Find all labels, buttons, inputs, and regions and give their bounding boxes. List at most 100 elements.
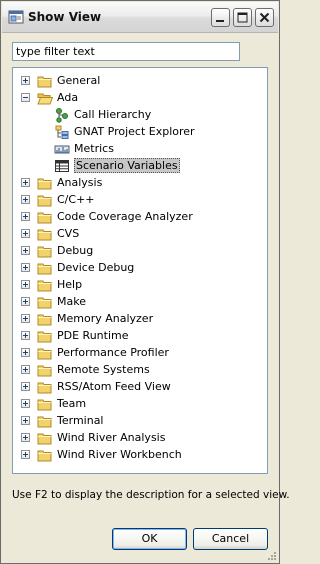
close-icon	[259, 12, 270, 23]
tree-item[interactable]: Call Hierarchy	[13, 106, 267, 123]
tree-item-label: C/C++	[57, 193, 95, 206]
tree-item[interactable]: Metrics	[13, 140, 267, 157]
tree-item-label: Scenario Variables	[74, 158, 180, 173]
folder-icon	[37, 263, 52, 275]
folder-icon	[37, 178, 52, 190]
folder-icon	[37, 195, 52, 207]
tree-item[interactable]: Scenario Variables	[13, 157, 267, 174]
metrics-icon	[54, 145, 70, 154]
tree-item-label: Wind River Workbench	[57, 448, 182, 461]
folder-icon	[37, 314, 52, 326]
tree-item-label: Metrics	[74, 142, 114, 155]
project-explorer-icon	[55, 125, 69, 139]
tree-item[interactable]: Ada	[13, 89, 267, 106]
call-hierarchy-icon	[56, 108, 68, 123]
tree-item[interactable]: CVS	[13, 225, 267, 242]
expand-plus-icon[interactable]	[21, 416, 30, 425]
tree-item[interactable]: Wind River Workbench	[13, 446, 267, 463]
window-title: Show View	[28, 10, 102, 24]
expand-plus-icon[interactable]	[21, 450, 30, 459]
expand-plus-icon[interactable]	[21, 331, 30, 340]
expand-plus-icon[interactable]	[21, 297, 30, 306]
filter-input[interactable]	[12, 42, 240, 61]
ok-button[interactable]: OK	[112, 528, 187, 550]
tree-item[interactable]: Debug	[13, 242, 267, 259]
folder-icon	[37, 76, 52, 88]
expand-plus-icon[interactable]	[21, 195, 30, 204]
tree-item[interactable]: Code Coverage Analyzer	[13, 208, 267, 225]
tree-item[interactable]: RSS/Atom Feed View	[13, 378, 267, 395]
tree-item[interactable]: Device Debug	[13, 259, 267, 276]
tree-item[interactable]: Help	[13, 276, 267, 293]
expand-plus-icon[interactable]	[21, 433, 30, 442]
cancel-button[interactable]: Cancel	[193, 528, 268, 550]
tree-item-label: CVS	[57, 227, 80, 240]
title-bar[interactable]: Show View	[2, 2, 278, 33]
expand-plus-icon[interactable]	[21, 399, 30, 408]
tree-item[interactable]: Remote Systems	[13, 361, 267, 378]
tree-item[interactable]: Analysis	[13, 174, 267, 191]
resize-grip-icon[interactable]	[265, 549, 277, 561]
tree-item[interactable]: Memory Analyzer	[13, 310, 267, 327]
maximize-icon	[237, 12, 248, 23]
tree-item[interactable]: Performance Profiler	[13, 344, 267, 361]
expand-plus-icon[interactable]	[21, 212, 30, 221]
tree-item-label: RSS/Atom Feed View	[57, 380, 171, 393]
tree-item-label: PDE Runtime	[57, 329, 129, 342]
tree-item-label: Performance Profiler	[57, 346, 169, 359]
eclipse-app-icon	[8, 10, 24, 24]
tree-item-label: Call Hierarchy	[74, 108, 152, 121]
close-button[interactable]	[255, 8, 274, 27]
scenario-variables-icon	[55, 160, 69, 172]
view-tree[interactable]: General Ada Call Hierarchy GNAT Project Exp…	[12, 67, 268, 474]
tree-item[interactable]: PDE Runtime	[13, 327, 267, 344]
folder-icon	[37, 331, 52, 343]
tree-item-label: Team	[57, 397, 87, 410]
tree-item-label: Analysis	[57, 176, 103, 189]
tree-item[interactable]: Make	[13, 293, 267, 310]
expand-plus-icon[interactable]	[21, 382, 30, 391]
folder-icon	[37, 399, 52, 411]
folder-icon	[37, 416, 52, 428]
folder-icon	[37, 450, 52, 462]
tree-item[interactable]: GNAT Project Explorer	[13, 123, 267, 140]
tree-item-label: Make	[57, 295, 86, 308]
folder-icon	[37, 433, 52, 445]
expand-plus-icon[interactable]	[21, 348, 30, 357]
expand-plus-icon[interactable]	[21, 76, 30, 85]
folder-icon	[37, 246, 52, 258]
maximize-button[interactable]	[233, 8, 252, 27]
tree-item-label: Wind River Analysis	[57, 431, 166, 444]
expand-plus-icon[interactable]	[21, 229, 30, 238]
folder-icon	[37, 280, 52, 292]
minimize-icon	[216, 20, 224, 22]
tree-item-label: Ada	[57, 91, 79, 104]
tree-item-label: Code Coverage Analyzer	[57, 210, 193, 223]
expand-plus-icon[interactable]	[21, 365, 30, 374]
folder-icon	[37, 212, 52, 224]
tree-item-label: General	[57, 74, 101, 87]
tree-item-label: Memory Analyzer	[57, 312, 154, 325]
folder-icon	[37, 297, 52, 309]
folder-icon	[37, 229, 52, 241]
expand-plus-icon[interactable]	[21, 263, 30, 272]
expand-plus-icon[interactable]	[21, 178, 30, 187]
tree-item-label: Device Debug	[57, 261, 135, 274]
tree-item[interactable]: Terminal	[13, 412, 267, 429]
expand-plus-icon[interactable]	[21, 314, 30, 323]
minimize-button[interactable]	[211, 8, 230, 27]
folder-icon	[37, 365, 52, 377]
folder-open-icon	[37, 93, 53, 105]
tree-item-label: Help	[57, 278, 83, 291]
expand-plus-icon[interactable]	[21, 280, 30, 289]
tree-item-label: Remote Systems	[57, 363, 150, 376]
tree-item-label: GNAT Project Explorer	[74, 125, 195, 138]
tree-item[interactable]: Team	[13, 395, 267, 412]
expand-plus-icon[interactable]	[21, 246, 30, 255]
tree-item[interactable]: General	[13, 72, 267, 89]
collapse-minus-icon[interactable]	[21, 93, 30, 102]
tree-item[interactable]: Wind River Analysis	[13, 429, 267, 446]
tree-item-label: Terminal	[57, 414, 104, 427]
folder-icon	[37, 382, 52, 394]
tree-item[interactable]: C/C++	[13, 191, 267, 208]
